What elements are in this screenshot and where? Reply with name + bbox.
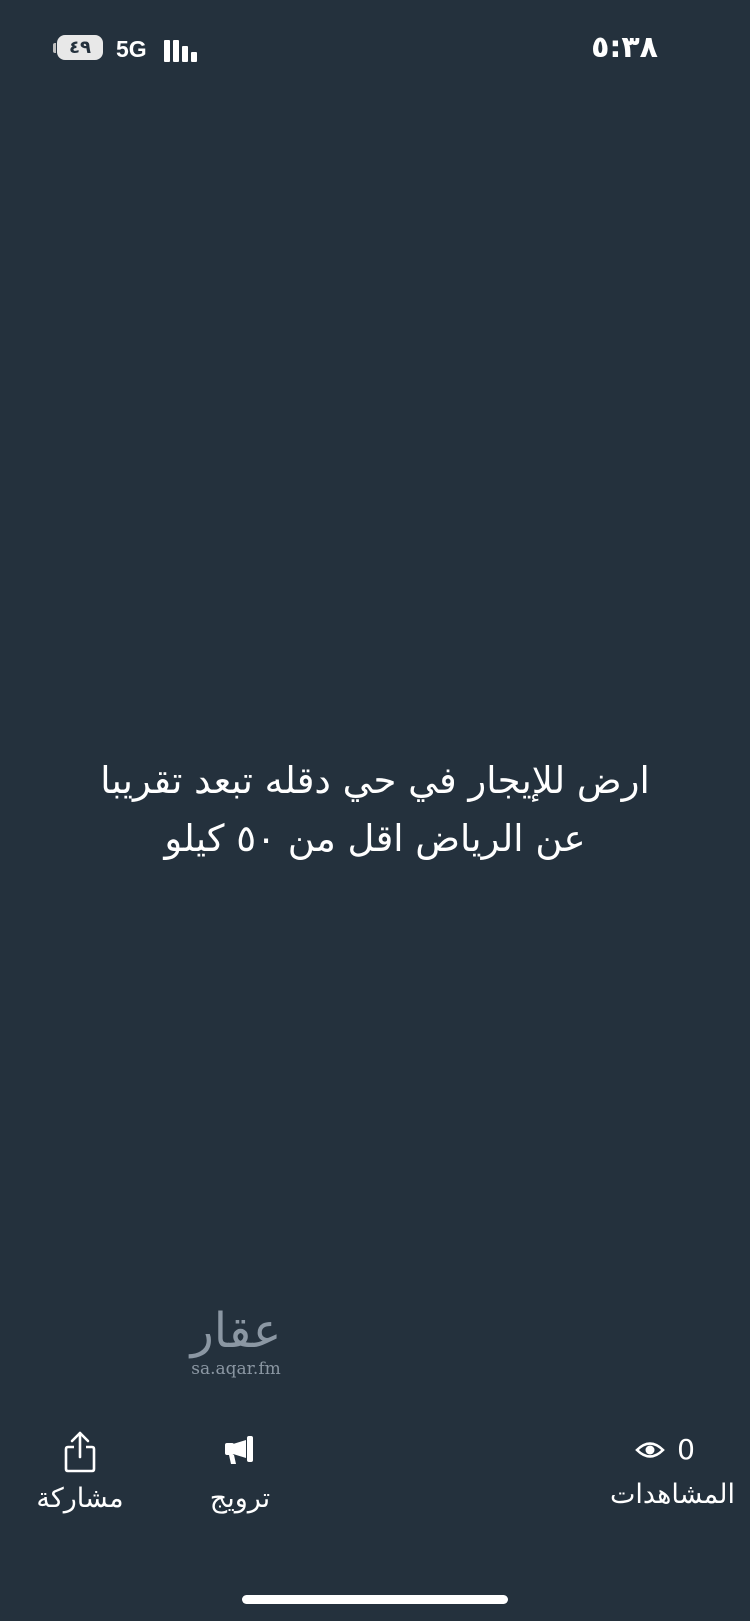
story-screen: ٤٩ 5G ٥:٣٨ ارض للإيجار في حي دقله تبعد ت… [0, 0, 750, 1621]
views-count: 0 [677, 1433, 695, 1466]
eye-icon [635, 1442, 666, 1458]
battery-nub [53, 43, 56, 53]
home-indicator[interactable] [242, 1595, 508, 1604]
promote-label: ترويج [209, 1483, 271, 1514]
views-counter: 0 المشاهدات [575, 1432, 735, 1522]
views-count-row: 0 [635, 1432, 695, 1468]
battery-indicator: ٤٩ [53, 35, 105, 62]
share-button[interactable]: مشاركة [20, 1430, 140, 1520]
listing-text: ارض للإيجار في حي دقله تبعد تقريبا عن ال… [100, 759, 650, 860]
signal-bars-icon [164, 38, 204, 62]
share-icon [64, 1431, 96, 1473]
status-time: ٥:٣٨ [591, 30, 658, 65]
watermark-logo-text: عقار [190, 1303, 282, 1359]
share-label: مشاركة [36, 1483, 124, 1514]
battery-level: ٤٩ [69, 37, 91, 58]
aqar-watermark: عقار sa.aqar.fm [176, 1303, 296, 1383]
status-bar: ٤٩ 5G ٥:٣٨ [0, 0, 750, 100]
views-label: المشاهدات [610, 1479, 735, 1510]
network-type: 5G [116, 36, 147, 62]
megaphone-icon [225, 1436, 253, 1464]
promote-button[interactable]: ترويج [185, 1432, 295, 1522]
watermark-url: sa.aqar.fm [191, 1359, 281, 1379]
